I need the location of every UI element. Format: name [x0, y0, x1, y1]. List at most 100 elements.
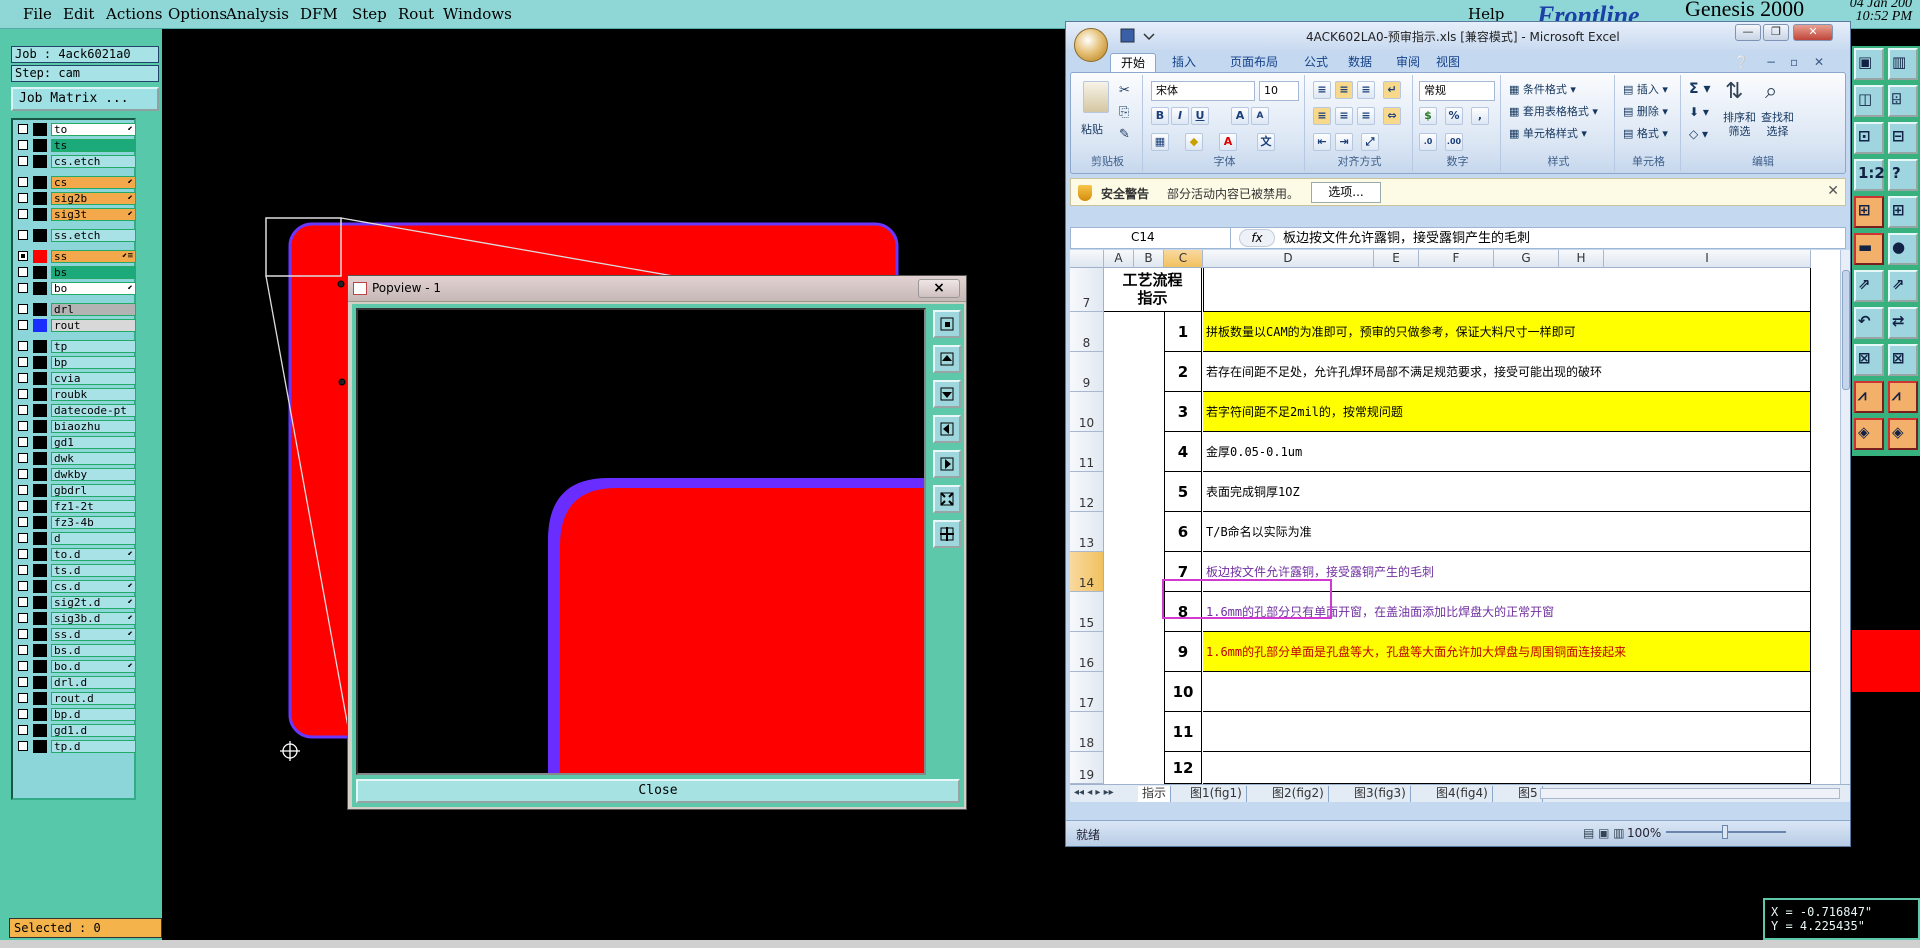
menu-windows[interactable]: Windows [443, 5, 512, 23]
layer-checkbox[interactable] [18, 565, 28, 575]
layer-name[interactable]: bs.d [51, 644, 136, 657]
layer-checkbox[interactable] [18, 677, 28, 687]
layer-name[interactable]: ss ⬋≡ [51, 250, 136, 263]
layer-color-swatch[interactable] [33, 692, 47, 705]
layer-name[interactable]: cvia [51, 372, 136, 385]
layer-checkbox[interactable] [18, 156, 28, 166]
zoom-slider-thumb[interactable] [1722, 825, 1728, 839]
doc-minimize-icon[interactable]: − [1766, 55, 1776, 69]
step-number-cell[interactable]: 2 [1164, 352, 1202, 392]
layer-color-swatch[interactable] [33, 468, 47, 481]
align-center-icon[interactable]: ≡ [1335, 107, 1353, 125]
align-bottom-icon[interactable]: ≡ [1357, 81, 1375, 99]
ribbon-tab[interactable]: 开始 [1110, 53, 1157, 72]
table-format-button[interactable]: ▦ 套用表格格式 ▾ [1509, 103, 1598, 119]
layer-name[interactable]: bo ⬋ [51, 282, 136, 295]
zoom-in-button[interactable] [933, 485, 961, 513]
row-header[interactable]: 12 [1070, 472, 1104, 512]
wrap-text-icon[interactable]: ↵ [1383, 81, 1401, 99]
instruction-cell[interactable] [1203, 752, 1811, 784]
font-color-icon[interactable]: A [1219, 133, 1237, 151]
name-box[interactable]: C14 [1071, 228, 1231, 248]
instruction-cell[interactable] [1203, 672, 1811, 712]
comma-icon[interactable]: , [1471, 107, 1489, 125]
layer-checkbox[interactable] [18, 613, 28, 623]
row-header[interactable]: 10 [1070, 392, 1104, 432]
merge-center-icon[interactable]: ⇔ [1383, 107, 1401, 125]
menu-analysis[interactable]: Analysis [226, 5, 289, 23]
layer-name[interactable]: bs [51, 266, 136, 279]
pan-right-button[interactable] [933, 450, 961, 478]
layer-row[interactable]: ts.d [16, 564, 136, 578]
doc-restore-icon[interactable]: ▫ [1790, 55, 1798, 69]
layer-checkbox[interactable] [18, 741, 28, 751]
ratio-icon[interactable]: 1:2 [1854, 159, 1885, 191]
cell[interactable] [1104, 712, 1164, 752]
layer-checkbox[interactable] [18, 251, 28, 261]
layer-checkbox[interactable] [18, 453, 28, 463]
fill-icon[interactable]: ⬇ ▾ [1689, 105, 1709, 119]
layer-color-swatch[interactable] [33, 420, 47, 433]
layer-color-swatch[interactable] [33, 155, 47, 168]
column-header-G[interactable]: G [1494, 250, 1559, 268]
menu-actions[interactable]: Actions [106, 5, 162, 23]
sheet-tab[interactable]: 图4(fig4) [1432, 786, 1493, 802]
sheet-tab[interactable]: 图2(fig2) [1268, 786, 1329, 802]
cell[interactable] [1104, 432, 1164, 472]
layer-name[interactable]: to ⬋ [51, 123, 136, 136]
step-number-cell[interactable]: 12 [1164, 752, 1202, 784]
layer-color-swatch[interactable] [33, 628, 47, 641]
layer-name[interactable]: bp.d [51, 708, 136, 721]
layer-checkbox[interactable] [18, 230, 28, 240]
layer-name[interactable]: ss.d ⬋ [51, 628, 136, 641]
row-header[interactable]: 8 [1070, 312, 1104, 352]
layer-checkbox[interactable] [18, 645, 28, 655]
layer-color-swatch[interactable] [33, 724, 47, 737]
layer-checkbox[interactable] [18, 373, 28, 383]
zoom-level[interactable]: 100% [1627, 826, 1661, 840]
sheet-tab[interactable]: 图3(fig3) [1350, 786, 1411, 802]
layer-row[interactable]: ss.d ⬋ [16, 628, 136, 642]
layer-color-swatch[interactable] [33, 139, 47, 152]
menu-rout[interactable]: Rout [398, 5, 434, 23]
align-middle-icon[interactable]: ≡ [1335, 81, 1353, 99]
row-header[interactable]: 18 [1070, 712, 1104, 752]
grow-font-button[interactable]: A [1231, 107, 1249, 125]
step-number-cell[interactable]: 6 [1164, 512, 1202, 552]
layer-color-swatch[interactable] [33, 596, 47, 609]
row-header[interactable]: 13 [1070, 512, 1104, 552]
underline-button[interactable]: U [1191, 107, 1209, 125]
layer-name[interactable]: sig2b ⬋ [51, 192, 136, 205]
layer-list[interactable]: to ⬋ ts cs.etch cs ⬋ sig2b ⬋ sig3t ⬋ ss.etch ss ⬋≡ bs… [11, 118, 136, 800]
instruction-cell[interactable]: 1.6mm的孔部分单面是孔盘等大，孔盘等大面允许加大焊盘与周围铜面连接起来 [1203, 632, 1811, 672]
layer-color-swatch[interactable] [33, 580, 47, 593]
column-header-C[interactable]: C [1164, 250, 1203, 268]
step-number-cell[interactable]: 10 [1164, 672, 1202, 712]
pan-up-button[interactable] [933, 345, 961, 373]
function-icon[interactable]: fx [1239, 229, 1275, 247]
layer-row[interactable]: fz1-2t [16, 500, 136, 514]
delete-cells-button[interactable]: ▤ 删除 ▾ [1623, 103, 1668, 119]
scroll-thumb[interactable] [1842, 270, 1850, 390]
cell[interactable] [1104, 472, 1164, 512]
excel-window[interactable]: 4ACK602LA0-预审指示.xls [兼容模式] - Microsoft E… [1065, 21, 1851, 847]
snap-icon[interactable]: ⊡ [1854, 122, 1884, 154]
ribbon-tab[interactable]: 插入 [1162, 53, 1206, 72]
borders-icon[interactable]: ▦ [1151, 133, 1169, 151]
row-header[interactable]: 15 [1070, 592, 1104, 632]
column-header-E[interactable]: E [1374, 250, 1419, 268]
clear-icon[interactable]: ◇ ▾ [1689, 127, 1708, 141]
italic-button[interactable]: I [1171, 107, 1189, 125]
close-button[interactable]: ✕ [1793, 24, 1833, 41]
qat-dropdown-icon[interactable] [1143, 33, 1155, 41]
layer-name[interactable]: d [51, 532, 136, 545]
layer-name[interactable]: rout [51, 319, 136, 332]
layer-name[interactable]: ts.d [51, 564, 136, 577]
cell[interactable] [1104, 392, 1164, 432]
column-header-B[interactable]: B [1134, 250, 1164, 268]
window-icon[interactable]: ◫ [1854, 85, 1884, 117]
frame-icon[interactable]: ⌹ [1888, 85, 1918, 117]
layer-row[interactable]: tp [16, 340, 136, 354]
currency-icon[interactable]: $ [1419, 107, 1437, 125]
percent-icon[interactable]: % [1445, 107, 1463, 125]
